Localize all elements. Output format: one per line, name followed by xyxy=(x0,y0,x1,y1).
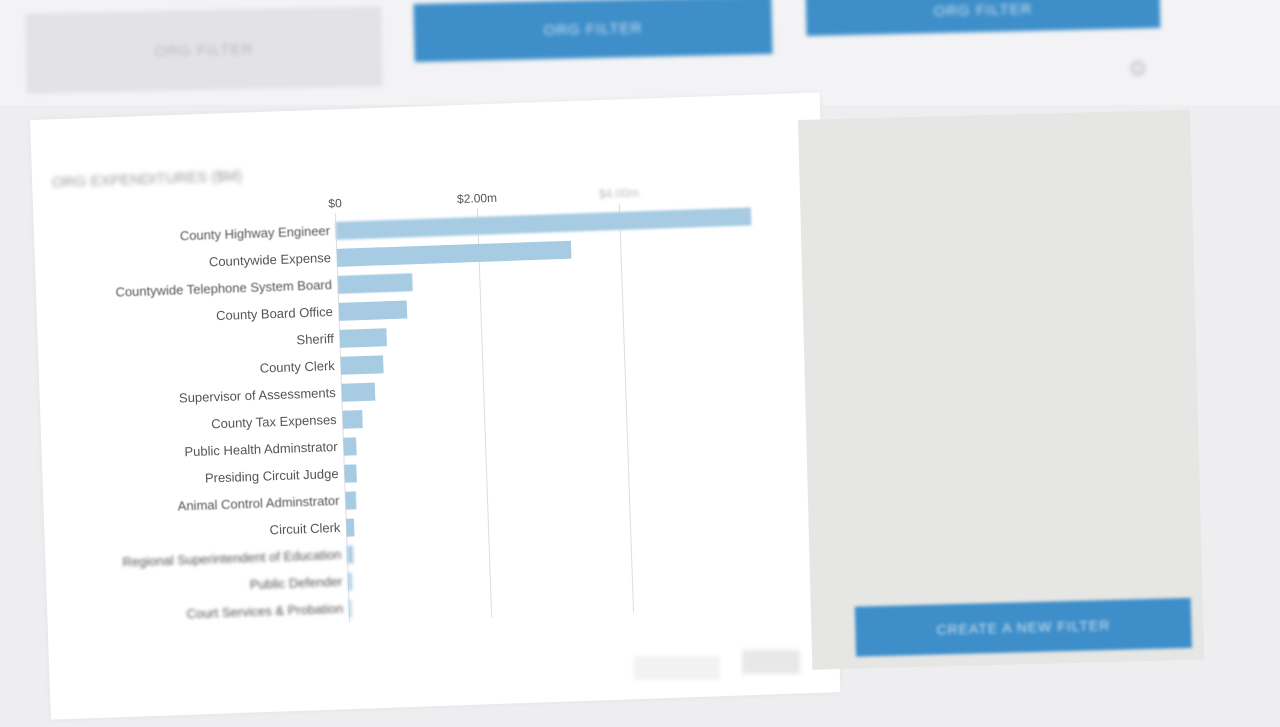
category-label: Regional Superintendent of Education xyxy=(122,547,341,570)
filter-button-blue-right[interactable]: ORG FILTER xyxy=(805,0,1161,37)
side-description xyxy=(813,131,1153,140)
gridline xyxy=(618,203,635,613)
category-label: Public Defender xyxy=(250,574,344,592)
bar[interactable] xyxy=(344,464,357,483)
bar[interactable] xyxy=(347,545,354,564)
category-label: County Highway Engineer xyxy=(180,223,331,243)
bar[interactable] xyxy=(335,207,752,240)
bar[interactable] xyxy=(345,491,357,510)
bar[interactable] xyxy=(347,572,353,591)
category-label: Countywide Expense xyxy=(209,250,332,269)
category-label: County Tax Expenses xyxy=(211,412,337,431)
x-tick-label: $4.00m xyxy=(599,186,639,201)
filter-button-blue-left[interactable]: ORG FILTER xyxy=(413,0,773,63)
footer-button-1[interactable] xyxy=(634,656,720,680)
gridline xyxy=(476,208,493,618)
x-tick-label: $2.00m xyxy=(457,191,497,206)
category-label: Animal Control Adminstrator xyxy=(177,493,340,514)
bar[interactable] xyxy=(336,240,572,267)
top-filter-bar: ORG FILTER ORG FILTER ORG FILTER xyxy=(0,0,1280,105)
bar[interactable] xyxy=(343,437,357,456)
category-label: Presiding Circuit Judge xyxy=(205,466,339,486)
side-panel: CREATE A NEW FILTER xyxy=(798,109,1205,670)
category-label: Countywide Telephone System Board xyxy=(115,277,332,300)
category-label: County Clerk xyxy=(259,358,335,376)
bar[interactable] xyxy=(339,328,387,348)
chart-panel: ORG EXPENDITURES ($M) $0 $2.00m $4.00m Coun… xyxy=(30,92,841,720)
footer-button-2[interactable] xyxy=(742,650,800,674)
bar[interactable] xyxy=(337,273,413,294)
x-tick-label: $0 xyxy=(328,196,342,210)
gear-icon[interactable]: ⚙ xyxy=(1128,56,1152,81)
bar[interactable] xyxy=(338,300,408,321)
category-label: Sheriff xyxy=(296,331,334,347)
create-filter-button[interactable]: CREATE A NEW FILTER xyxy=(854,597,1192,657)
category-label: Public Health Adminstrator xyxy=(184,439,338,459)
category-label: Supervisor of Assessments xyxy=(179,385,337,405)
bar[interactable] xyxy=(342,410,363,429)
filter-button-grey[interactable]: ORG FILTER xyxy=(25,6,383,94)
category-label: County Board Office xyxy=(216,304,333,323)
category-label: Circuit Clerk xyxy=(269,520,341,537)
bar[interactable] xyxy=(341,382,376,402)
category-label: Court Services & Probation xyxy=(186,601,343,621)
bar-chart: $0 $2.00m $4.00m County Highway Engineer Cou… xyxy=(115,186,752,623)
bar[interactable] xyxy=(340,355,384,375)
bar[interactable] xyxy=(346,518,355,537)
